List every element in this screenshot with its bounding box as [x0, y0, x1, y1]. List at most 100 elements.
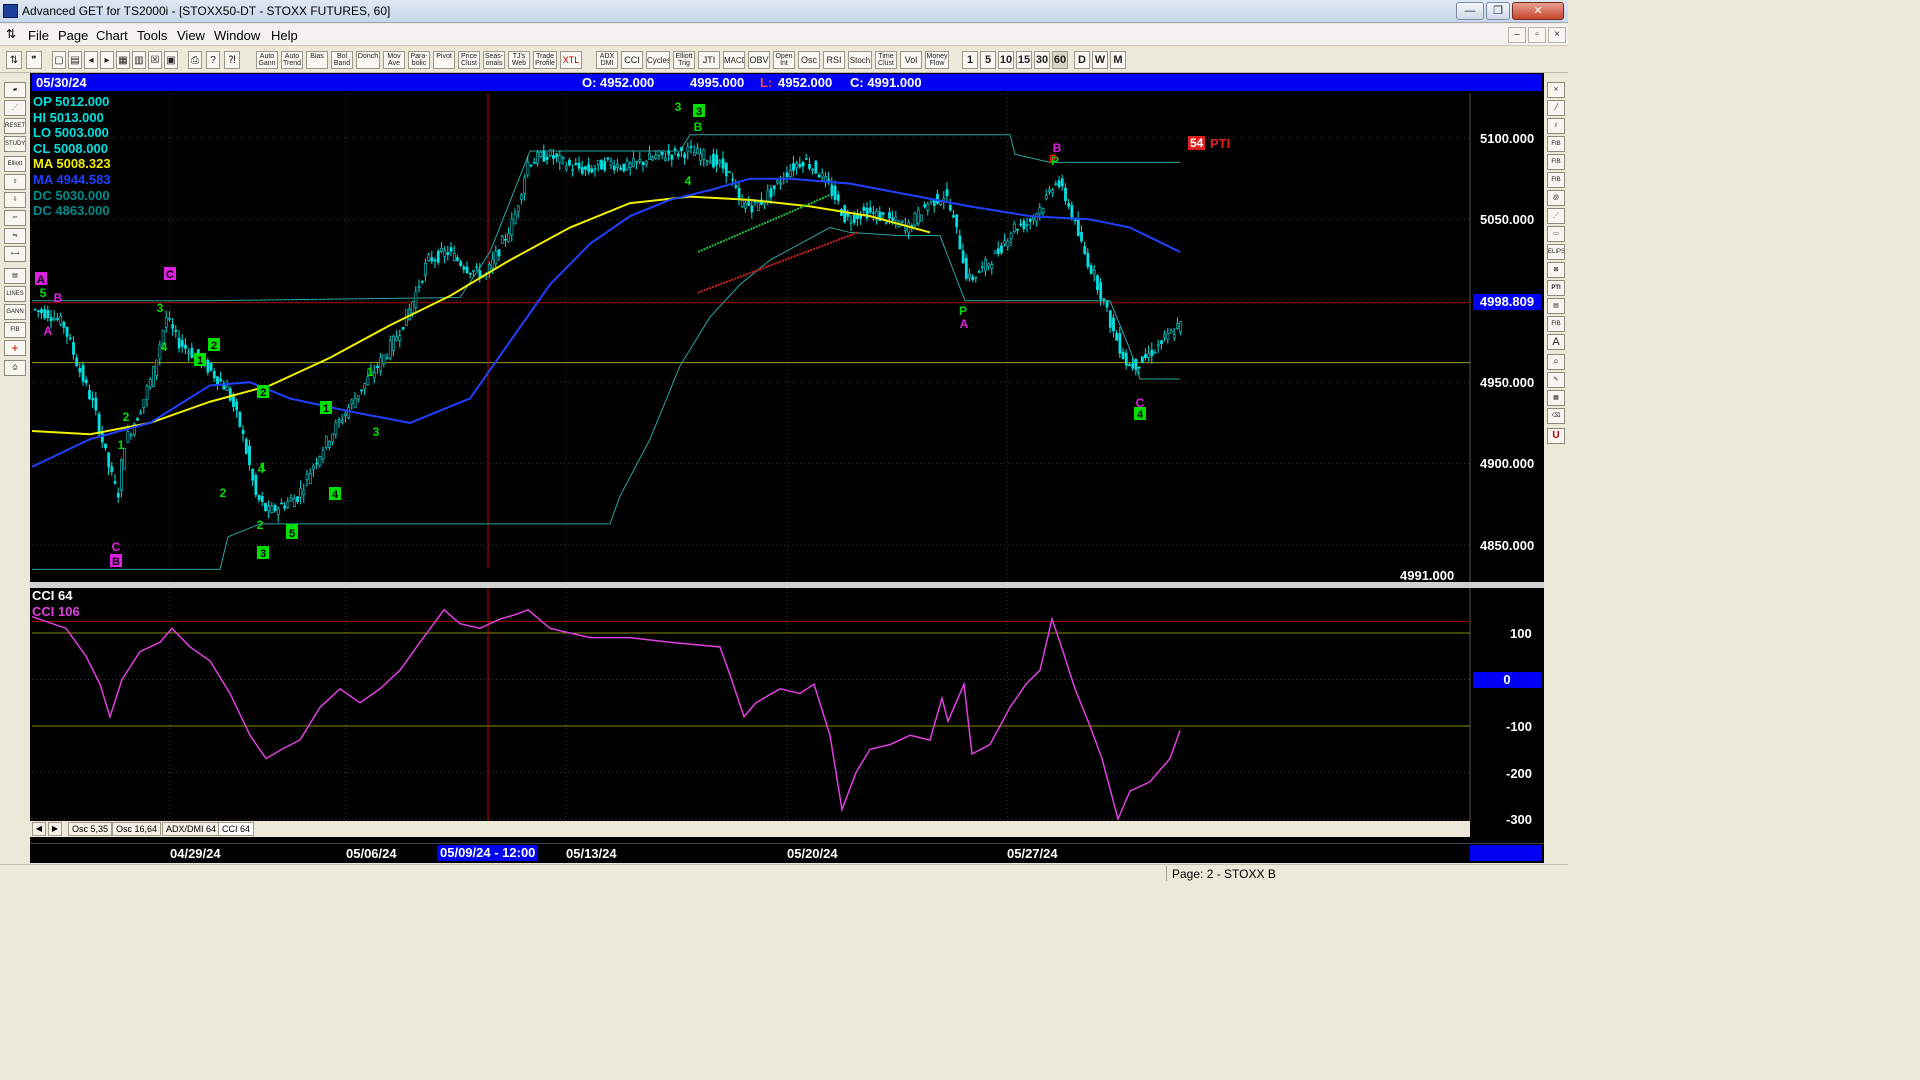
- tab-cci-64[interactable]: CCI 64: [218, 822, 255, 836]
- timeframe-1[interactable]: 1: [962, 51, 978, 69]
- study-auto-trend[interactable]: Auto Trend: [281, 51, 303, 69]
- trendline-icon[interactable]: ╱: [1547, 100, 1565, 116]
- study-time-clust[interactable]: Time Clust: [875, 51, 897, 69]
- magnify-icon[interactable]: ⌕: [1547, 354, 1565, 370]
- grid-icon[interactable]: ▦: [116, 51, 130, 69]
- study-bol-band[interactable]: Bol Band: [331, 51, 353, 69]
- tab-osc-16-64[interactable]: Osc 16,64: [112, 822, 162, 836]
- menu-window[interactable]: Window: [214, 28, 260, 43]
- mdi-minimize-button[interactable]: –: [1508, 27, 1526, 43]
- context-help-icon[interactable]: ⁈: [224, 51, 240, 69]
- spiral-icon[interactable]: @: [1547, 190, 1565, 206]
- scale-icon[interactable]: ⟷: [4, 246, 26, 262]
- close-button[interactable]: ✕: [1512, 2, 1564, 20]
- lines-icon[interactable]: LINES: [4, 286, 26, 302]
- page-icon[interactable]: ▤: [1547, 298, 1565, 314]
- delete-icon[interactable]: ☒: [148, 51, 162, 69]
- fib-ext-icon[interactable]: FIB EXT: [1547, 154, 1565, 170]
- study-seasonals[interactable]: Seas-onals: [483, 51, 505, 69]
- fib-time-icon[interactable]: FIB TIME: [1547, 172, 1565, 188]
- arrow-down-icon[interactable]: ⇩: [4, 192, 26, 208]
- tab-adx-dmi-64[interactable]: ADX/DMI 64: [162, 822, 221, 836]
- maximize-button[interactable]: ❐: [1486, 2, 1510, 20]
- study-osc[interactable]: Osc: [798, 51, 820, 69]
- arrow-left-icon[interactable]: ⇦: [4, 210, 26, 226]
- study-rsi[interactable]: RSI: [823, 51, 845, 69]
- menu-chart[interactable]: Chart: [96, 28, 128, 43]
- calculator-icon[interactable]: ▦: [1547, 390, 1565, 406]
- quote-icon[interactable]: ❞: [26, 51, 42, 69]
- study-xtl[interactable]: XTL: [560, 51, 582, 69]
- fib-icon[interactable]: FIB: [4, 322, 26, 338]
- ellipse-icon[interactable]: ELIPS: [1547, 244, 1565, 260]
- minimize-button[interactable]: —: [1456, 2, 1484, 20]
- gann-box-icon[interactable]: ⊠: [1547, 262, 1565, 278]
- fib-mob-icon[interactable]: FIB MOB: [1547, 316, 1565, 332]
- study-tj-web[interactable]: TJ's Web: [508, 51, 530, 69]
- mdi-restore-button[interactable]: ▫: [1528, 27, 1546, 43]
- zoom-bars-icon[interactable]: ⇋: [4, 228, 26, 244]
- cross-tool-icon[interactable]: ✕: [1547, 82, 1565, 98]
- menu-page[interactable]: Page: [58, 28, 88, 43]
- pane-divider[interactable]: [30, 582, 1544, 588]
- study-bias[interactable]: Bias: [306, 51, 328, 69]
- study-open-int[interactable]: Open Int: [773, 51, 795, 69]
- study-elliott-trig[interactable]: Elliott Trig: [673, 51, 695, 69]
- study-trade-profile[interactable]: Trade Profile: [533, 51, 557, 69]
- arrow-up-icon[interactable]: ⇧: [4, 174, 26, 190]
- timeframe-m[interactable]: M: [1110, 51, 1126, 69]
- study-obv[interactable]: OBV: [748, 51, 770, 69]
- magnet-icon[interactable]: U: [1547, 428, 1565, 444]
- timeframe-15[interactable]: 15: [1016, 51, 1032, 69]
- timeframe-60[interactable]: 60: [1052, 51, 1068, 69]
- layout-icon[interactable]: ▥: [132, 51, 146, 69]
- menu-view[interactable]: View: [177, 28, 205, 43]
- horizontal-scrollbar[interactable]: [1470, 845, 1542, 861]
- pti-icon[interactable]: PTI: [1547, 280, 1565, 296]
- forward-icon[interactable]: ▸: [100, 51, 114, 69]
- study-mov-ave[interactable]: Mov Ave: [383, 51, 405, 69]
- open-folder-icon[interactable]: ▰: [4, 82, 26, 98]
- study-adx-dmi[interactable]: ADX DMI: [596, 51, 618, 69]
- new-page-icon[interactable]: ▢: [52, 51, 66, 69]
- chart-canvas[interactable]: 3B21214354353453421421312PPACBCBACBAP: [30, 73, 1544, 863]
- study-auto-gann[interactable]: Auto Gann: [256, 51, 278, 69]
- menu-tools[interactable]: Tools: [137, 28, 167, 43]
- timeframe-w[interactable]: W: [1092, 51, 1108, 69]
- study-pivot[interactable]: Pivot: [433, 51, 455, 69]
- study-stoch[interactable]: Stoch: [848, 51, 872, 69]
- fib-ret-icon[interactable]: FIB RET: [1547, 136, 1565, 152]
- open-icon[interactable]: ▤: [68, 51, 82, 69]
- mdi-close-button[interactable]: ×: [1548, 27, 1566, 43]
- tab-osc-5-35[interactable]: Osc 5,35: [68, 822, 113, 836]
- gann-fan-icon[interactable]: ⋰: [4, 100, 26, 116]
- paint-icon[interactable]: ✎: [1547, 372, 1565, 388]
- study-macd[interactable]: MACD: [723, 51, 745, 69]
- study-cci[interactable]: CCI: [621, 51, 643, 69]
- arrow-tool-icon[interactable]: ⇅: [6, 51, 22, 69]
- study-cycles[interactable]: Cycles: [646, 51, 670, 69]
- channel-icon[interactable]: ⫽: [1547, 118, 1565, 134]
- timeframe-d[interactable]: D: [1074, 51, 1090, 69]
- fan-icon[interactable]: ⋰: [1547, 208, 1565, 224]
- timeframe-10[interactable]: 10: [998, 51, 1014, 69]
- study-vol[interactable]: Vol: [900, 51, 922, 69]
- menu-help[interactable]: Help: [271, 28, 298, 43]
- tab-scroll-left-icon[interactable]: ◀: [32, 822, 46, 836]
- back-icon[interactable]: ◂: [84, 51, 98, 69]
- reset-icon[interactable]: RESET: [4, 118, 26, 134]
- text-tool-icon[interactable]: A: [1547, 334, 1565, 350]
- gann-icon[interactable]: GANN: [4, 304, 26, 320]
- study-price-clust[interactable]: Price Clust: [458, 51, 480, 69]
- study-money-flow[interactable]: Money Flow: [925, 51, 949, 69]
- print-icon[interactable]: ⎙: [4, 360, 26, 376]
- timeframe-30[interactable]: 30: [1034, 51, 1050, 69]
- menu-file[interactable]: File: [28, 28, 49, 43]
- study-donch[interactable]: Donch: [356, 51, 380, 69]
- print-icon[interactable]: ⎙: [188, 51, 202, 69]
- study-jti[interactable]: JTI: [698, 51, 720, 69]
- mdi-app-icon[interactable]: ⇅: [6, 27, 20, 43]
- study-parabolic[interactable]: Para-bolic: [408, 51, 430, 69]
- elliott-icon[interactable]: Elliott: [4, 156, 26, 172]
- tab-scroll-right-icon[interactable]: ▶: [48, 822, 62, 836]
